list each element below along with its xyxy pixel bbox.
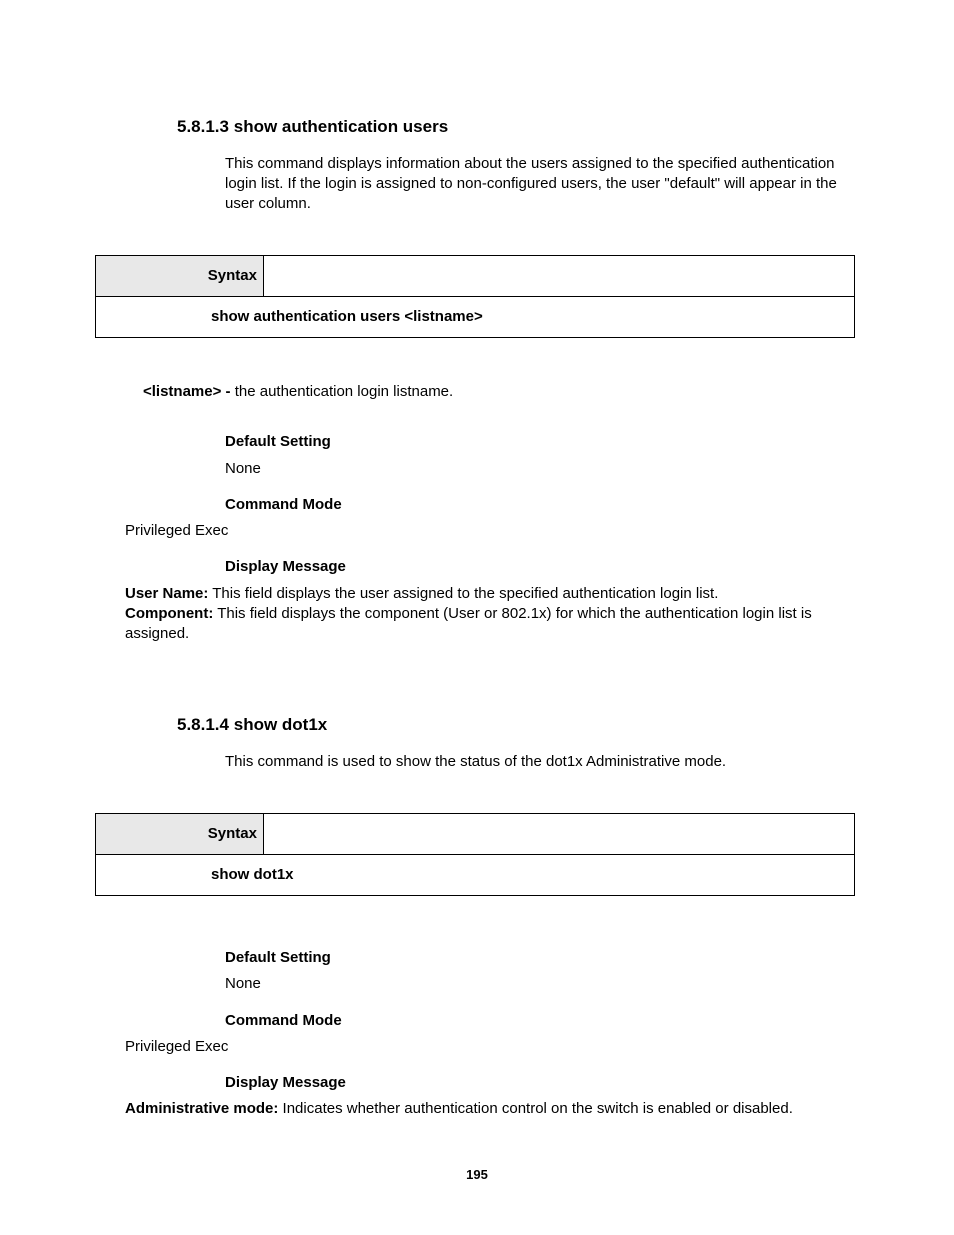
- section-number: 5.8.1.4: [177, 715, 229, 734]
- default-setting-label: Default Setting: [225, 432, 855, 452]
- command-mode-value: Privileged Exec: [125, 521, 855, 541]
- default-setting-value: None: [225, 974, 855, 994]
- param-listname: <listname> - the authentication login li…: [95, 382, 855, 402]
- command-mode-value: Privileged Exec: [125, 1037, 855, 1057]
- section-description: This command is used to show the status …: [225, 752, 855, 772]
- admin-mode-desc: Indicates whether authentication control…: [278, 1100, 792, 1117]
- section-title: show authentication users: [234, 117, 448, 136]
- component-desc: This field displays the component (User …: [125, 605, 812, 642]
- section-title: show dot1x: [234, 715, 328, 734]
- syntax-box-2: Syntax show dot1x: [95, 813, 855, 897]
- page-number: 195: [0, 1166, 954, 1184]
- default-setting-value: None: [225, 459, 855, 479]
- display-admin-mode: Administrative mode: Indicates whether a…: [125, 1099, 855, 1119]
- param-desc: the authentication login listname.: [235, 383, 453, 400]
- syntax-header: Syntax: [96, 814, 854, 855]
- display-component: Component: This field displays the compo…: [125, 604, 855, 645]
- user-name-label: User Name:: [125, 585, 208, 602]
- default-setting-label: Default Setting: [225, 948, 855, 968]
- user-name-desc: This field displays the user assigned to…: [208, 585, 718, 602]
- param-name: <listname> -: [143, 383, 235, 400]
- syntax-label: Syntax: [96, 256, 264, 297]
- display-message-label: Display Message: [225, 557, 855, 577]
- component-label: Component:: [125, 605, 213, 622]
- section-heading-5813: 5.8.1.3 show authentication users: [95, 116, 855, 139]
- section-heading-5814: 5.8.1.4 show dot1x: [95, 714, 855, 737]
- display-message-label: Display Message: [225, 1073, 855, 1093]
- syntax-header: Syntax: [96, 256, 854, 297]
- syntax-label: Syntax: [96, 814, 264, 855]
- syntax-box-1: Syntax show authentication users <listna…: [95, 255, 855, 339]
- section-number: 5.8.1.3: [177, 117, 229, 136]
- command-mode-label: Command Mode: [225, 1011, 855, 1031]
- section-description: This command displays information about …: [225, 154, 855, 215]
- syntax-body: show dot1x: [96, 855, 854, 895]
- command-mode-label: Command Mode: [225, 495, 855, 515]
- admin-mode-label: Administrative mode:: [125, 1100, 278, 1117]
- display-user-name: User Name: This field displays the user …: [125, 584, 855, 604]
- syntax-body: show authentication users <listname>: [96, 297, 854, 337]
